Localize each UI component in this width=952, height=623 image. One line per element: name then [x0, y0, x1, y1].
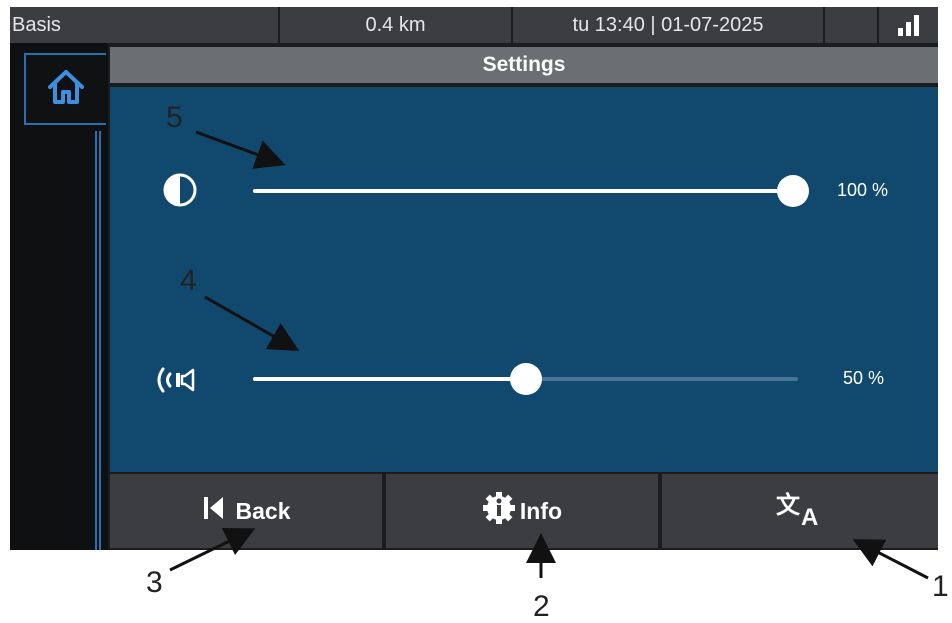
callout-2: 2	[533, 590, 550, 623]
callout-arrows	[169, 130, 929, 580]
callout-4: 4	[180, 264, 197, 297]
callout-3: 3	[146, 566, 163, 599]
callout-1: 1	[932, 570, 949, 603]
callout-5: 5	[166, 101, 183, 134]
